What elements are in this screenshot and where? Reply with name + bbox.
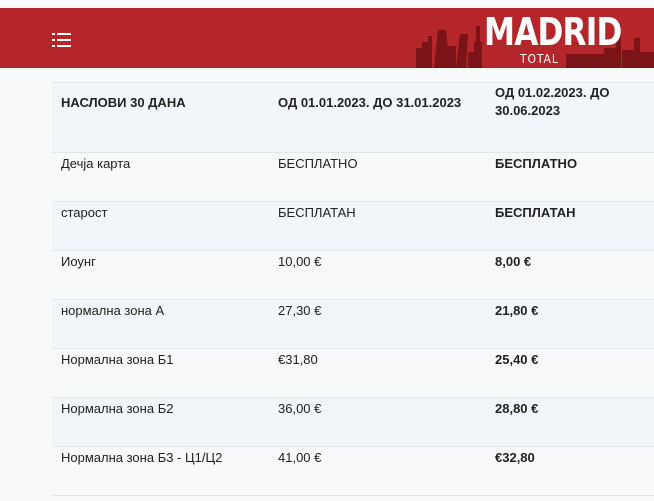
column-header-title: НАСЛОВИ 30 ДАНА bbox=[61, 95, 186, 110]
row-price-period-1: БЕСПЛАТАН bbox=[278, 205, 356, 220]
row-price-period-1: 36,00 € bbox=[278, 401, 322, 416]
row-price-period-2: 21,80 € bbox=[495, 303, 539, 318]
row-label: нормална зона А bbox=[61, 303, 165, 318]
row-price-period-2: БЕСПЛАТНО bbox=[495, 156, 578, 171]
site-header: MADRID TOTAL bbox=[0, 8, 654, 68]
hamburger-menu-icon[interactable] bbox=[52, 32, 74, 48]
table-row: Нормална зона Б3 - Ц1/Ц2 41,00 € €32,80 bbox=[52, 446, 654, 496]
row-label: Нормална зона Б2 bbox=[61, 401, 174, 416]
table-row: Нормална зона Б1 €31,80 25,40 € bbox=[52, 348, 654, 397]
table-header-row: НАСЛОВИ 30 ДАНА ОД 01.01.2023. ДО 31.01.… bbox=[52, 82, 654, 152]
row-price-period-2: 8,00 € bbox=[495, 254, 532, 269]
table-row: Дечја карта БЕСПЛАТНО БЕСПЛАТНО bbox=[52, 152, 654, 201]
row-price-period-1: €31,80 bbox=[278, 352, 318, 367]
row-price-period-1: 27,30 € bbox=[278, 303, 322, 318]
column-header-period-2: ОД 01.02.2023. ДО 30.06.2023 bbox=[495, 85, 610, 118]
row-label: Нормална зона Б1 bbox=[61, 352, 174, 367]
row-price-period-2: €32,80 bbox=[495, 450, 535, 465]
row-label: Нормална зона Б3 - Ц1/Ц2 bbox=[61, 450, 223, 465]
row-price-period-1: 41,00 € bbox=[278, 450, 322, 465]
row-price-period-1: БЕСПЛАТНО bbox=[278, 156, 358, 171]
table-row: Иоунг 10,00 € 8,00 € bbox=[52, 250, 654, 299]
row-label: Дечја карта bbox=[61, 156, 131, 171]
row-label: старост bbox=[61, 205, 108, 220]
row-price-period-2: 25,40 € bbox=[495, 352, 539, 367]
column-header-period-1: ОД 01.01.2023. ДО 31.01.2023 bbox=[278, 95, 462, 110]
row-label: Иоунг bbox=[61, 254, 96, 269]
logo-title: MADRID bbox=[484, 10, 622, 54]
row-price-period-2: 28,80 € bbox=[495, 401, 539, 416]
row-price-period-1: 10,00 € bbox=[278, 254, 322, 269]
table-row: Нормална зона Б2 36,00 € 28,80 € bbox=[52, 397, 654, 446]
price-table: НАСЛОВИ 30 ДАНА ОД 01.01.2023. ДО 31.01.… bbox=[52, 82, 654, 496]
table-row: старост БЕСПЛАТАН БЕСПЛАТАН bbox=[52, 201, 654, 250]
table-row: нормална зона А 27,30 € 21,80 € bbox=[52, 299, 654, 348]
logo-subtitle: TOTAL bbox=[520, 52, 559, 66]
row-price-period-2: БЕСПЛАТАН bbox=[495, 205, 576, 220]
